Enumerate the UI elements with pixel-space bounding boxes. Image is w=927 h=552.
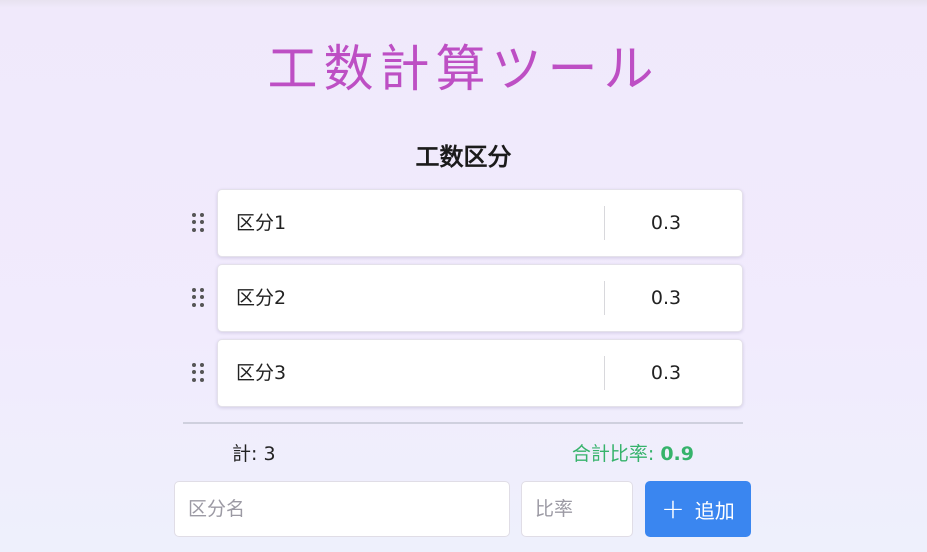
- drag-handle-icon[interactable]: [192, 363, 206, 383]
- row-name[interactable]: 区分3: [236, 360, 286, 386]
- row-ratio-value[interactable]: 0.3: [618, 360, 714, 386]
- add-button-label: 追加: [694, 498, 735, 523]
- list-item[interactable]: 区分3 0.3: [187, 339, 743, 407]
- ratio-input[interactable]: [521, 481, 633, 537]
- top-shade: [0, 0, 927, 8]
- drag-handle-icon[interactable]: [192, 288, 206, 308]
- row-name[interactable]: 区分1: [236, 210, 286, 236]
- row-card: 区分2 0.3: [217, 264, 743, 332]
- row-ratio-value[interactable]: 0.3: [618, 210, 714, 236]
- app-title: 工数計算ツール: [267, 40, 660, 98]
- summary-divider: [183, 422, 743, 424]
- row-card: 区分1 0.3: [217, 189, 743, 257]
- plus-icon: +: [661, 492, 685, 525]
- total-ratio: 合計比率: 0.9: [572, 440, 694, 468]
- row-divider: [604, 206, 605, 240]
- row-divider: [604, 281, 605, 315]
- category-name-input[interactable]: [174, 481, 510, 537]
- list-item[interactable]: 区分1 0.3: [187, 189, 743, 257]
- row-card: 区分3 0.3: [217, 339, 743, 407]
- row-ratio-value[interactable]: 0.3: [618, 285, 714, 311]
- list-item[interactable]: 区分2 0.3: [187, 264, 743, 332]
- add-button[interactable]: + 追加: [645, 481, 751, 537]
- drag-handle-icon[interactable]: [192, 213, 206, 233]
- row-name[interactable]: 区分2: [236, 285, 286, 311]
- item-count: 計: 3: [232, 443, 276, 465]
- total-ratio-value: 0.9: [660, 443, 694, 465]
- row-divider: [604, 356, 605, 390]
- section-title: 工数区分: [415, 143, 512, 171]
- total-ratio-label: 合計比率:: [571, 443, 655, 465]
